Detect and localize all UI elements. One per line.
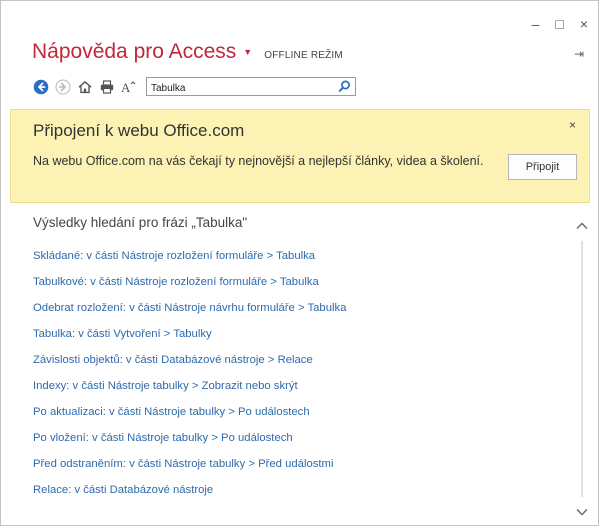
maximize-button[interactable]: □ [555,17,563,31]
list-item: Závislosti objektů: v části Databázové n… [33,350,346,376]
list-item: Relace: v části Databázové nástroje [33,480,346,506]
title-dropdown-icon[interactable]: ▼ [243,47,252,57]
results-scrollbar[interactable] [572,219,592,519]
list-item: Tabulkové: v části Nástroje rozložení fo… [33,272,346,298]
result-link[interactable]: Relace: v části Databázové nástroje [33,484,213,496]
connect-button[interactable]: Připojit [508,154,577,180]
result-link[interactable]: Indexy: v části Nástroje tabulky > Zobra… [33,380,298,392]
chevron-up-icon[interactable] [574,219,590,233]
list-item: Tabulka: v části Vytvoření > Tabulky [33,324,346,350]
header: Nápověda pro Access ▼ OFFLINE REŽIM [32,40,343,64]
office-connect-banner: Připojení k webu Office.com Na webu Offi… [10,109,590,203]
search-box [146,77,356,97]
offline-mode-label[interactable]: OFFLINE REŽIM [264,50,343,61]
result-link[interactable]: Tabulka: v části Vytvoření > Tabulky [33,328,212,340]
close-button[interactable]: × [580,17,588,31]
forward-icon[interactable] [54,78,71,95]
pin-icon[interactable]: ⇥ [574,47,584,61]
print-icon[interactable] [98,78,115,95]
window-controls: – □ × [532,17,588,31]
page-title: Nápověda pro Access [32,40,237,63]
minimize-button[interactable]: – [532,17,540,31]
banner-title: Připojení k webu Office.com [33,121,245,140]
result-link[interactable]: Závislosti objektů: v části Databázové n… [33,354,313,366]
chevron-down-icon[interactable] [574,505,590,519]
search-input[interactable] [147,80,327,97]
result-link[interactable]: Tabulkové: v části Nástroje rozložení fo… [33,276,319,288]
list-item: Odebrat rozložení: v části Nástroje návr… [33,298,346,324]
search-icon[interactable] [337,79,352,94]
results-heading: Výsledky hledání pro frázi „Tabulka" [33,215,248,230]
result-link[interactable]: Po vložení: v části Nástroje tabulky > P… [33,432,293,444]
text-size-icon[interactable]: A [120,78,137,95]
list-item: Indexy: v části Nástroje tabulky > Zobra… [33,376,346,402]
text-size-label: A [121,80,131,95]
scroll-track[interactable] [581,241,583,497]
back-icon[interactable] [32,78,49,95]
banner-text: Na webu Office.com na vás čekají ty nejn… [33,154,484,168]
list-item: Před odstraněním: v části Nástroje tabul… [33,454,346,480]
home-icon[interactable] [76,78,93,95]
toolbar: A [32,77,356,97]
result-link[interactable]: Skládané: v části Nástroje rozložení for… [33,250,315,262]
results-list: Skládané: v části Nástroje rozložení for… [33,246,346,506]
banner-close-icon[interactable]: × [569,118,576,132]
result-link[interactable]: Před odstraněním: v části Nástroje tabul… [33,458,333,470]
list-item: Po aktualizaci: v části Nástroje tabulky… [33,402,346,428]
help-window: – □ × ⇥ Nápověda pro Access ▼ OFFLINE RE… [0,0,599,526]
list-item: Po vložení: v části Nástroje tabulky > P… [33,428,346,454]
result-link[interactable]: Odebrat rozložení: v části Nástroje návr… [33,302,346,314]
result-link[interactable]: Po aktualizaci: v části Nástroje tabulky… [33,406,310,418]
list-item: Skládané: v části Nástroje rozložení for… [33,246,346,272]
